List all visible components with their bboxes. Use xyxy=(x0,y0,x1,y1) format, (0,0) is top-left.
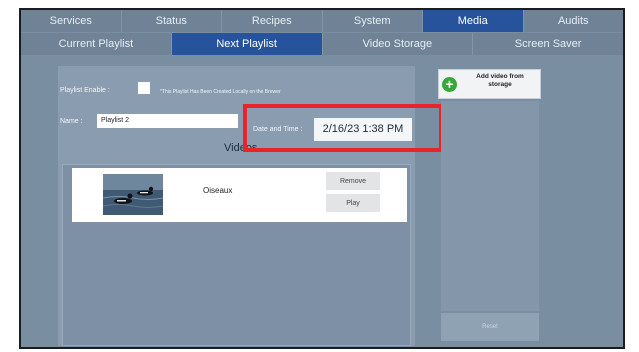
playlist-local-note: *This Playlist Has Been Created Locally … xyxy=(160,89,281,95)
add-video-from-storage-button[interactable]: + Add video from storage xyxy=(438,69,541,99)
tab-status[interactable]: Status xyxy=(121,10,222,32)
name-label: Name : xyxy=(60,118,83,125)
date-time-highlight-box xyxy=(243,104,443,152)
playlist-enable-checkbox[interactable] xyxy=(138,82,150,94)
tab-screen-saver[interactable]: Screen Saver xyxy=(473,33,623,55)
playlist-enable-label: Playlist Enable : xyxy=(60,87,110,94)
tab-system[interactable]: System xyxy=(322,10,423,32)
top-tab-bar: Services Status Recipes System Media Aud… xyxy=(21,10,623,32)
tab-current-playlist[interactable]: Current Playlist xyxy=(21,33,172,55)
birds-thumbnail-image xyxy=(103,174,163,215)
play-video-button[interactable]: Play xyxy=(326,194,380,212)
tab-recipes[interactable]: Recipes xyxy=(222,10,323,32)
tab-video-storage[interactable]: Video Storage xyxy=(322,33,474,55)
plus-circle-icon: + xyxy=(442,77,457,92)
playlist-name-field[interactable]: Playlist 2 xyxy=(97,114,238,128)
add-video-label: Add video from storage xyxy=(476,73,524,88)
video-name: Oiseaux xyxy=(203,186,233,195)
tab-services[interactable]: Services xyxy=(21,10,122,32)
tab-next-playlist[interactable]: Next Playlist xyxy=(171,33,323,55)
sub-tab-bar: Current Playlist Next Playlist Video Sto… xyxy=(21,33,623,55)
reset-button[interactable]: Reset xyxy=(441,313,539,341)
video-thumbnail xyxy=(103,174,163,215)
remove-video-button[interactable]: Remove xyxy=(326,172,380,190)
sidebar-panel xyxy=(441,101,539,311)
tab-audits[interactable]: Audits xyxy=(523,10,623,32)
tab-media[interactable]: Media xyxy=(423,10,524,32)
